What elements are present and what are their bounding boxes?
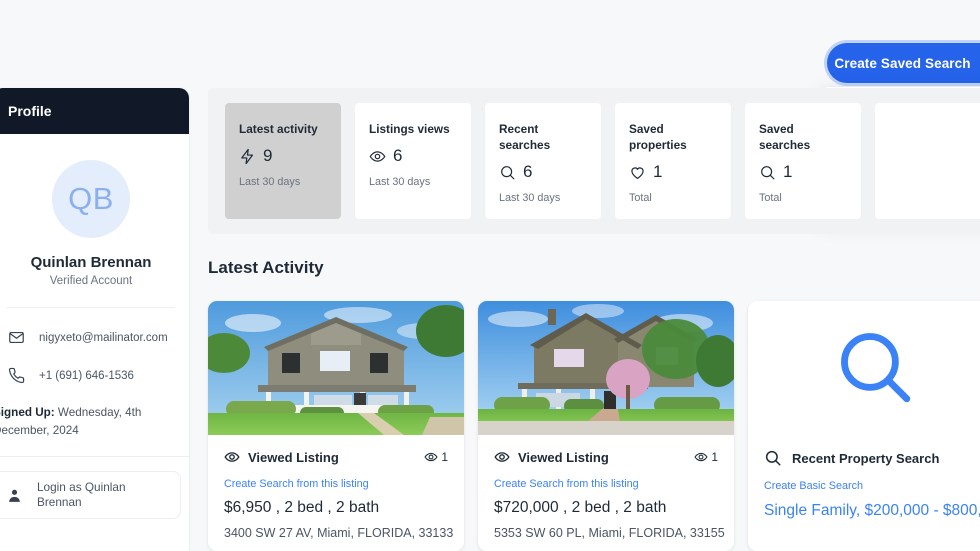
eye-icon: [369, 150, 386, 162]
activity-card-viewed-listing-2[interactable]: Viewed Listing 1 Create Search from this…: [478, 301, 734, 551]
listing-price-summary: $720,000 , 2 bed , 2 bath: [494, 499, 667, 516]
avatar-container: QB: [0, 160, 189, 238]
stat-card-next[interactable]: [875, 103, 980, 219]
stat-title: Saved properties: [629, 122, 687, 152]
activity-card-body: Viewed Listing 1 Create Search from this…: [478, 435, 734, 541]
property-photo: [478, 301, 734, 435]
stat-value: 1: [783, 162, 793, 181]
search-criteria-summary[interactable]: Single Family, $200,000 - $800,000: [764, 502, 980, 520]
eye-icon: [424, 452, 438, 462]
stat-note: Total: [629, 192, 652, 204]
create-saved-search-label: Create Saved Search: [834, 55, 971, 71]
eye-icon: [494, 452, 510, 462]
avatar: QB: [52, 160, 130, 238]
phone-icon: [8, 367, 25, 384]
activity-card-body: Recent Property Search Create Basic Sear…: [748, 435, 980, 520]
profile-dashboard-page: Create Saved Search Basic search: [0, 0, 980, 551]
activity-type: Viewed Listing: [494, 449, 609, 465]
stat-value: 6: [393, 146, 403, 165]
stat-title: Saved searches: [759, 122, 811, 152]
search-card-header: Recent Property Search: [764, 449, 980, 467]
stat-card-recent-searches[interactable]: Recent searches 6 Last 30 days: [485, 103, 601, 219]
stat-value-row: 9: [239, 146, 327, 166]
stat-note: Total: [759, 192, 782, 204]
stat-value: 6: [523, 162, 533, 181]
create-saved-search-group: Create Saved Search Basic search: [820, 43, 980, 217]
stat-card-latest-activity[interactable]: Latest activity 9 Last 30 days: [225, 103, 341, 219]
search-card-title: Recent Property Search: [792, 450, 940, 466]
profile-signed-up-label: Signed Up:: [0, 406, 55, 419]
profile-phone: +1 (691) 646-1536: [39, 369, 134, 382]
activity-card-body: Viewed Listing 1 Create Search from this…: [208, 435, 464, 541]
stat-value-row: 6: [499, 162, 587, 182]
activity-label: Viewed Listing: [248, 449, 339, 465]
envelope-icon: [9, 331, 24, 344]
eye-icon: [694, 452, 708, 462]
login-as-user-button[interactable]: Login as Quinlan Brennan: [0, 471, 181, 519]
profile-signed-up: Signed Up: Wednesday, 4th December, 2024: [0, 404, 189, 440]
profile-card-title: Profile: [8, 103, 52, 119]
stat-value-row: 6: [369, 146, 457, 166]
avatar-initials: QB: [68, 181, 114, 216]
page-title: Latest Activity: [208, 258, 324, 277]
heart-icon: [631, 166, 644, 179]
stat-card-saved-properties[interactable]: Saved properties 1 Total: [615, 103, 731, 219]
activity-view-count-value: 1: [441, 450, 448, 464]
activity-view-count: 1: [694, 450, 718, 464]
listing-price-summary: $6,950 , 2 bed , 2 bath: [224, 499, 380, 516]
user-icon: [9, 489, 20, 502]
create-saved-search-button[interactable]: Create Saved Search: [827, 43, 980, 83]
listing-address: 3400 SW 27 AV, Miami, FLORIDA, 33133: [224, 526, 454, 540]
search-icon: [501, 165, 515, 179]
stats-strip: Latest activity 9 Last 30 days Listings …: [208, 88, 980, 234]
property-photo: [208, 301, 464, 435]
listing-address: 5353 SW 60 PL, Miami, FLORIDA, 33155: [494, 526, 725, 540]
activity-card-viewed-listing-1[interactable]: Viewed Listing 1 Create Search from this…: [208, 301, 464, 551]
stat-note: Last 30 days: [239, 176, 301, 188]
create-basic-search-link[interactable]: Create Basic Search: [764, 480, 980, 492]
bolt-icon: [241, 148, 254, 164]
profile-phone-row: +1 (691) 646-1536: [0, 367, 189, 384]
login-as-user-label: Login as Quinlan Brennan: [37, 480, 126, 509]
stat-note: Last 30 days: [369, 176, 431, 188]
stat-title: Latest activity: [239, 122, 318, 136]
search-illustration: [748, 301, 980, 435]
create-search-from-listing-link[interactable]: Create Search from this listing: [494, 478, 718, 490]
profile-status: Verified Account: [49, 275, 133, 287]
profile-name: Quinlan Brennan: [30, 254, 152, 271]
activity-type: Viewed Listing: [224, 449, 339, 465]
activity-view-count-value: 1: [711, 450, 718, 464]
eye-icon: [224, 452, 240, 462]
activity-card-header: Viewed Listing 1: [224, 449, 448, 465]
latest-activity-list: Viewed Listing 1 Create Search from this…: [208, 301, 980, 551]
profile-sidebar-card: Profile QB Quinlan Brennan Verified Acco…: [0, 88, 189, 551]
stat-note: Last 30 days: [499, 192, 561, 204]
activity-view-count: 1: [424, 450, 448, 464]
stat-title: Listings views: [369, 122, 450, 136]
stat-card-saved-searches[interactable]: Saved searches 1 Total: [745, 103, 861, 219]
stat-card-listings-views[interactable]: Listings views 6 Last 30 days: [355, 103, 471, 219]
search-icon: [761, 165, 775, 179]
stat-value-row: 1: [759, 162, 847, 182]
create-search-from-listing-link[interactable]: Create Search from this listing: [224, 478, 448, 490]
search-icon: [765, 450, 781, 466]
profile-divider-2: [0, 456, 189, 457]
profile-card-header: Profile: [0, 88, 189, 134]
activity-label: Viewed Listing: [518, 449, 609, 465]
stat-title: Recent searches: [499, 122, 551, 152]
stat-value: 1: [653, 162, 663, 181]
profile-email: nigyxeto@mailinator.com: [39, 331, 168, 344]
top-bar: Create Saved Search Basic search: [0, 0, 980, 217]
activity-card-header: Viewed Listing 1: [494, 449, 718, 465]
search-icon: [841, 333, 911, 403]
profile-email-row: nigyxeto@mailinator.com: [0, 329, 189, 346]
profile-divider-1: [7, 307, 175, 308]
activity-card-recent-property-search[interactable]: Recent Property Search Create Basic Sear…: [748, 301, 980, 551]
stat-value: 9: [263, 146, 273, 165]
stat-value-row: 1: [629, 162, 717, 182]
